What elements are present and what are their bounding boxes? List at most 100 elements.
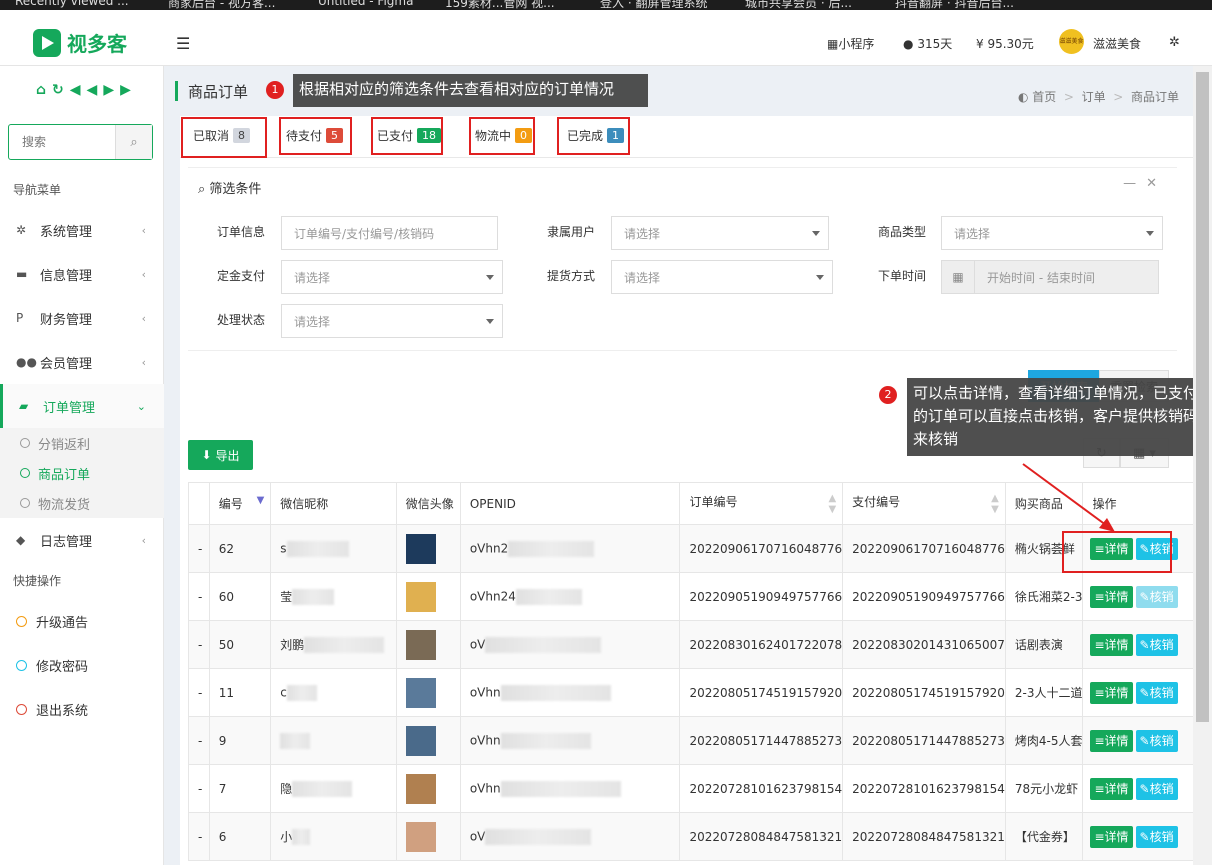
sidebar-item-orders[interactable]: ▰ 订单管理 ⌄ (0, 384, 164, 428)
bookmark-item[interactable]: 登入 · 翻屏管理系统 (600, 0, 707, 10)
cell-nickname: c (270, 668, 397, 717)
verify-button[interactable]: ✎ 核销 (1135, 585, 1178, 608)
goods-type-select[interactable]: 请选择 (941, 216, 1163, 250)
sidebar-item-label: 信息管理 (40, 268, 93, 284)
bookmark-item[interactable]: 城市共享会员 · 后... (745, 0, 852, 10)
sidebar-item-distribution[interactable]: 分销返利 (0, 428, 164, 458)
row-expand[interactable]: - (188, 812, 210, 861)
cell-id: 9 (208, 716, 272, 765)
goods-type-value: 请选择 (954, 226, 991, 241)
caret-down-icon (486, 275, 494, 280)
circle-icon (20, 468, 30, 478)
header-label: 微信昵称 (280, 497, 329, 511)
table-row[interactable]: -6 小 oV 20220728084847581321 202207280848475… (188, 812, 1194, 861)
verify-label: 核销 (1149, 830, 1174, 844)
forward-icon[interactable]: ▶▶ (103, 82, 137, 98)
verify-button[interactable]: ✎ 核销 (1135, 825, 1178, 848)
sidebar-item-system[interactable]: ✲ 系统管理 ‹ (0, 208, 164, 252)
row-expand[interactable]: - (188, 716, 210, 765)
bookmark-item[interactable]: Recently viewed ... (15, 0, 129, 8)
openid-text: oVhn (469, 685, 501, 699)
cell-order-no: 20220906170716048776 (679, 524, 844, 573)
table-row[interactable]: -7 隐 oVhn 20220728101623798154 2022072810162… (188, 764, 1194, 813)
table-row[interactable]: -11 c oVhn 20220805174519157920 202208051745… (188, 668, 1194, 717)
nickname-text: 小 (280, 829, 293, 844)
close-icon[interactable]: ✕ (1146, 176, 1167, 191)
header-order-no[interactable]: 订单编号 ▲ ▼ (679, 482, 844, 525)
detail-button[interactable]: ≡ 详情 (1090, 825, 1133, 848)
detail-button[interactable]: ≡ 详情 (1090, 681, 1133, 704)
menu-icon[interactable]: ☰ (176, 34, 190, 53)
detail-button[interactable]: ≡ 详情 (1090, 585, 1133, 608)
search-icon[interactable]: ⌕ (115, 125, 152, 159)
header-pay-no[interactable]: 支付编号 ▲ ▼ (842, 482, 1006, 525)
bookmarks-bar: Recently viewed ... 商家后台 - 视方客... Untitl… (0, 0, 1212, 10)
avatar (405, 725, 436, 756)
verify-button[interactable]: ✎ 核销 (1135, 729, 1178, 752)
truck-icon: ▰ (19, 399, 29, 413)
sidebar-item-info[interactable]: ▬ 信息管理 ‹ (0, 252, 164, 296)
chevron-left-icon: ‹ (141, 533, 146, 547)
bookmark-item[interactable]: 159素材...管网 视... (445, 0, 555, 10)
gear-icon[interactable]: ✲ (1169, 35, 1180, 50)
sidebar-item-finance[interactable]: P 财务管理 ‹ (0, 296, 164, 340)
arrow-icon (1022, 463, 1115, 532)
bookmark-item[interactable]: Untitled - Figma (318, 0, 413, 8)
quick-item-logout[interactable]: 退出系统 (0, 687, 164, 731)
backward-icon[interactable]: ◀◀ (70, 82, 104, 98)
verify-button[interactable]: ✎ 核销 (1135, 681, 1178, 704)
row-expand[interactable]: - (188, 524, 210, 573)
table-row[interactable]: -9 oVhn 20220805171447885273 20220805171447… (188, 716, 1194, 765)
search-input[interactable] (9, 125, 115, 159)
avatar[interactable]: 滋滋美食 (1059, 29, 1084, 54)
cell-id: 11 (208, 668, 272, 717)
cell-actions: ≡ 详情 ✎ 核销 (1082, 764, 1194, 813)
row-expand[interactable]: - (188, 764, 210, 813)
refresh-icon[interactable]: ↻ (52, 82, 70, 98)
quick-item-password[interactable]: 修改密码 (0, 643, 164, 687)
sidebar-item-members[interactable]: ●● 会员管理 ‹ (0, 340, 164, 384)
cell-order-no: 20220805174519157920 (679, 668, 844, 717)
breadcrumb-home[interactable]: 首页 (1032, 90, 1056, 104)
pickup-select[interactable]: 请选择 (611, 260, 833, 294)
highlight-box (371, 117, 443, 155)
table-row[interactable]: -50 刘鹏 oV 20220830162401722078 2022083020143… (188, 620, 1194, 669)
sidebar-item-logs[interactable]: ◆ 日志管理 ‹ (0, 518, 164, 562)
cell-openid: oVhn24 (459, 572, 681, 621)
export-button[interactable]: ⬇ 导出 (188, 440, 253, 470)
sidebar-item-logistics[interactable]: 物流发货 (0, 488, 164, 518)
scrollbar-thumb[interactable] (1196, 72, 1209, 722)
header-id[interactable]: 编号 ▼ (208, 482, 272, 525)
cell-goods: 烤肉4-5人套 (1004, 716, 1084, 765)
page-scrollbar[interactable] (1193, 66, 1212, 865)
user-select[interactable]: 请选择 (611, 216, 829, 250)
sidebar-item-goods-orders[interactable]: 商品订单 (0, 458, 164, 488)
row-expand[interactable]: - (188, 620, 210, 669)
deposit-select[interactable]: 请选择 (281, 260, 503, 294)
verify-button[interactable]: ✎ 核销 (1135, 633, 1178, 656)
verify-button[interactable]: ✎ 核销 (1135, 777, 1178, 800)
home-icon[interactable]: ⌂ (36, 82, 52, 98)
balance[interactable]: ¥ 95.30元 (976, 35, 1034, 52)
table-row[interactable]: -60 莹 oVhn24 20220905190949757766 2022090519… (188, 572, 1194, 621)
brand-logo[interactable]: 视多客 (33, 28, 127, 57)
verify-label: 核销 (1149, 782, 1174, 796)
sidebar-item-label: 系统管理 (40, 224, 93, 240)
bookmark-item[interactable]: 商家后台 - 视方客... (168, 0, 275, 10)
status-select[interactable]: 请选择 (281, 304, 503, 338)
order-info-input[interactable]: 订单编号/支付编号/核销码 (281, 216, 498, 250)
row-expand[interactable]: - (188, 668, 210, 717)
row-expand[interactable]: - (188, 572, 210, 621)
quick-item-upgrade[interactable]: 升级通告 (0, 599, 164, 643)
miniprogram-link[interactable]: ▦小程序 (827, 35, 874, 52)
divider (188, 350, 1177, 351)
order-time-input[interactable]: ▦ 开始时间 - 结束时间 (941, 260, 1159, 294)
minus-icon[interactable]: — (1123, 176, 1146, 191)
detail-button[interactable]: ≡ 详情 (1090, 729, 1133, 752)
days-remaining[interactable]: ● 315天 (903, 35, 952, 52)
breadcrumb-orders[interactable]: 订单 (1082, 90, 1106, 104)
bookmark-item[interactable]: 抖音翻屏 · 抖音后台... (895, 0, 1014, 10)
user-name[interactable]: 滋滋美食 (1093, 35, 1141, 52)
detail-button[interactable]: ≡ 详情 (1090, 633, 1133, 656)
detail-button[interactable]: ≡ 详情 (1090, 777, 1133, 800)
